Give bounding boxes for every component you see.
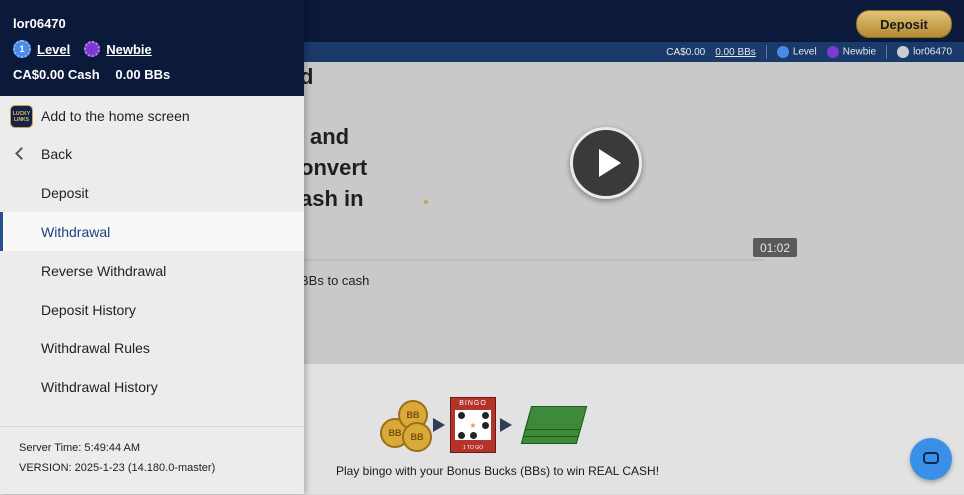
user-icon	[897, 46, 910, 58]
bbs-balance-link[interactable]: 0.00 BBs	[715, 47, 756, 58]
bingo-card-footer: 1 TO GO	[462, 445, 484, 451]
coin: BB	[402, 422, 432, 452]
menu-item-label: Deposit	[41, 185, 89, 201]
menu-item-label: Withdrawal History	[41, 379, 158, 395]
play-icon	[599, 149, 621, 177]
menu-item-reverse-withdrawal[interactable]: Reverse Withdrawal	[0, 252, 304, 290]
heading-fragment: onvert	[300, 155, 368, 180]
rank-status-label: Newbie	[842, 46, 877, 58]
rank-link[interactable]: Newbie	[106, 42, 152, 57]
arrow-right-icon	[433, 418, 445, 432]
menu-item-label: Withdrawal	[41, 223, 111, 240]
drawer-header: lor06470 1 Level Newbie CA$0.00 Cash 0.0…	[0, 0, 304, 96]
newbie-badge-icon	[826, 46, 839, 58]
version-info: VERSION: 2025-1-23 (14.180.0-master)	[19, 462, 216, 474]
menu-item-deposit[interactable]: Deposit	[0, 174, 304, 212]
bingo-card-icon: BINGO ★ 1 TO GO	[450, 397, 496, 453]
menu-item-withdrawal-history[interactable]: Withdrawal History	[0, 368, 304, 406]
level-link[interactable]: Level	[37, 42, 70, 57]
video-progress-bar[interactable]	[304, 259, 764, 261]
menu-item-withdrawal[interactable]: Withdrawal	[0, 212, 304, 251]
menu-item-back[interactable]: Back	[0, 135, 304, 173]
promo-caption: Play bingo with your Bonus Bucks (BBs) t…	[336, 464, 660, 478]
cash-balance: CA$0.00	[666, 46, 706, 58]
cash-stack-icon	[518, 404, 588, 444]
arrow-right-icon	[500, 418, 512, 432]
bb-coins-icon: BB BB BB	[380, 400, 432, 452]
balance-row: CA$0.00 Cash 0.00 BBs	[13, 67, 170, 82]
video-timer: 01:02	[753, 238, 797, 257]
server-time: Server Time: 5:49:44 AM	[19, 442, 141, 454]
video-play-button[interactable]	[570, 127, 642, 199]
side-drawer: lor06470 1 Level Newbie CA$0.00 Cash 0.0…	[0, 0, 304, 494]
menu-item-add-to-home[interactable]: LUCKY LINKS Add to the home screen	[0, 97, 304, 135]
menu-item-label: Deposit History	[41, 302, 136, 318]
decorative-dot	[424, 200, 428, 204]
divider	[765, 45, 767, 59]
bingo-card-header: BINGO	[459, 400, 487, 407]
bbs-to-cash-text: BBs to cash	[300, 273, 370, 288]
drawer-footer: Server Time: 5:49:44 AM VERSION: 2025-1-…	[0, 426, 304, 495]
menu-item-label: Reverse Withdrawal	[41, 263, 167, 279]
level-status[interactable]: Level	[776, 46, 817, 58]
menu-item-label: Withdrawal Rules	[41, 340, 150, 356]
chat-icon	[923, 452, 939, 464]
lucky-links-app-icon: LUCKY LINKS	[10, 105, 33, 128]
user-status-label: lor06470	[913, 46, 952, 58]
rank-status[interactable]: Newbie	[826, 46, 877, 58]
drawer-cash-balance: CA$0.00 Cash	[13, 67, 100, 82]
level-row: 1 Level Newbie	[13, 40, 152, 58]
deposit-button[interactable]: Deposit	[856, 10, 952, 38]
level-badge-icon: 1	[13, 40, 31, 58]
bingo-grid: ★	[455, 410, 491, 440]
level-status-label: Level	[792, 46, 817, 58]
newbie-badge-icon	[84, 41, 101, 57]
heading-fragment: and	[310, 124, 350, 149]
heading-fragment: ash in	[300, 186, 364, 211]
menu-item-label: Back	[41, 146, 73, 162]
divider	[886, 45, 888, 59]
level-badge-icon	[776, 46, 789, 58]
user-status[interactable]: lor06470	[897, 46, 952, 58]
menu-item-deposit-history[interactable]: Deposit History	[0, 291, 304, 329]
chat-support-button[interactable]	[910, 438, 952, 480]
chevron-left-icon	[15, 147, 28, 160]
menu-item-withdrawal-rules[interactable]: Withdrawal Rules	[0, 329, 304, 367]
drawer-username: lor06470	[13, 16, 66, 31]
menu-item-label: Add to the home screen	[41, 108, 190, 124]
drawer-bbs-balance: 0.00 BBs	[115, 67, 171, 82]
